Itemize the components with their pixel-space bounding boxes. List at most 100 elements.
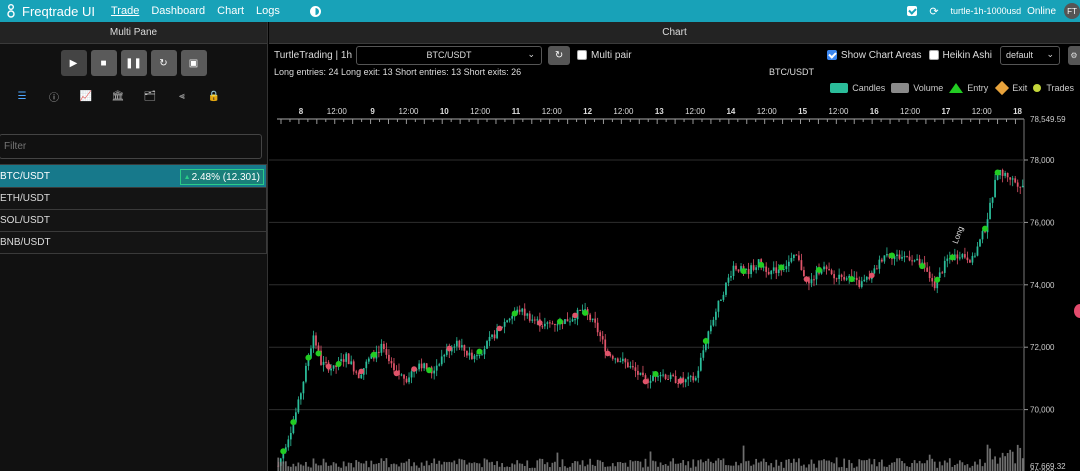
candle-body — [981, 231, 984, 240]
candle-body — [961, 254, 964, 258]
volume-bar — [448, 461, 451, 471]
candle-body — [478, 354, 481, 356]
candle-body — [473, 355, 476, 359]
candle-body — [383, 343, 385, 350]
side-handle-icon[interactable] — [1074, 304, 1080, 318]
legend-volume[interactable]: Volume — [891, 83, 943, 93]
volume-bar — [370, 460, 373, 471]
info-icon[interactable]: ⓘ — [38, 89, 70, 104]
check-icon[interactable] — [907, 6, 918, 16]
legend-entry[interactable]: Entry — [949, 83, 988, 93]
show-chart-areas-checkbox[interactable] — [826, 50, 837, 60]
theme-toggle-icon[interactable] — [309, 5, 321, 17]
candle-body — [687, 376, 690, 380]
start-button[interactable]: ▶ — [60, 50, 87, 76]
candlestick-chart[interactable]: 8 12:00 9 12:00 10 12:00 11 12:00 12 12:00 13 12:00… — [269, 102, 1080, 471]
volume-bar — [629, 460, 632, 471]
pair-item-btc[interactable]: BTC/USDT ▲ 2.48% (12.301) — [0, 164, 267, 188]
heikin-ashi-checkbox[interactable] — [928, 50, 939, 60]
pause-button[interactable]: ❚❚ — [120, 50, 147, 76]
volume-bar — [926, 460, 929, 471]
candle-body — [589, 314, 592, 321]
candle-body — [906, 256, 908, 258]
volume-bar — [300, 464, 302, 471]
candle-body — [858, 280, 861, 287]
nav-link-logs[interactable]: Logs — [256, 5, 280, 17]
x-tick-label: 14 — [726, 107, 735, 116]
candle-body — [709, 325, 712, 332]
legend-trades[interactable]: Trades — [1033, 83, 1074, 93]
legend-candles[interactable]: Candles — [830, 83, 885, 93]
bank-icon[interactable]: 🏛 — [102, 91, 134, 102]
nav-link-dashboard[interactable]: Dashboard — [151, 5, 205, 17]
volume-bar — [1014, 463, 1017, 471]
filter-input[interactable] — [0, 134, 262, 159]
volume-bar — [518, 463, 521, 471]
folder-icon[interactable]: 🗂 — [134, 91, 166, 102]
align-icon[interactable]: ⫷ — [166, 91, 198, 102]
lock-icon[interactable]: 🔒 — [198, 91, 230, 102]
volume-bar — [521, 463, 524, 471]
plot-config-select[interactable]: default ⌄ — [1000, 45, 1060, 65]
entry-marker — [740, 268, 747, 275]
candle-body — [800, 260, 803, 271]
chart-panel-title: Chart — [269, 22, 1080, 44]
candle-body — [626, 362, 629, 368]
volume-bar — [624, 462, 627, 471]
candle-body — [435, 365, 438, 371]
bot-name[interactable]: turtle-1h-1000usd — [951, 6, 1022, 16]
x-tick-label: 9 — [370, 107, 375, 116]
pair-item-sol[interactable]: SOL/USDT — [0, 210, 267, 232]
candle-body — [1004, 172, 1007, 176]
volume-bar — [1004, 456, 1007, 471]
nav-link-chart[interactable]: Chart — [217, 5, 244, 17]
pair-select[interactable]: BTC/USDT ⌄ — [356, 45, 543, 65]
volume-bar — [455, 464, 458, 471]
chart-line-icon[interactable]: 📈 — [70, 91, 102, 102]
force-exit-button[interactable]: ▣ — [180, 50, 207, 76]
volume-bar — [679, 462, 682, 471]
toolbar-right-group: Show Chart Areas Heikin Ashi default ⌄ ⚙ — [820, 44, 1080, 66]
volume-bar — [825, 460, 828, 471]
candle-body — [418, 363, 420, 370]
volume-bar — [886, 466, 888, 471]
strategy-label: TurtleTrading | 1h — [274, 49, 353, 61]
reload-button[interactable]: ↻ — [150, 50, 177, 76]
brand-title[interactable]: Freqtrade UI — [22, 4, 95, 19]
volume-bar — [946, 462, 949, 471]
pair-item-bnb[interactable]: BNB/USDT — [0, 232, 267, 254]
candle-body — [823, 266, 825, 270]
stop-button[interactable]: ■ — [90, 50, 117, 76]
gear-icon[interactable]: ⚙ — [1068, 45, 1080, 65]
volume-bar — [702, 462, 705, 471]
refresh-icon[interactable]: ⟳ — [929, 5, 938, 18]
triangle-up-icon — [949, 83, 964, 93]
y-tick-label: 74,000 — [1030, 281, 1055, 290]
nav-link-trade[interactable]: Trade — [111, 5, 139, 17]
volume-bar — [330, 465, 332, 471]
play-icon: ▶ — [69, 57, 78, 69]
candle-body — [704, 343, 707, 351]
candle-body — [659, 374, 662, 377]
candle-body — [629, 366, 632, 368]
refresh-chart-button[interactable]: ↻ — [548, 45, 571, 65]
legend-exit[interactable]: Exit — [994, 80, 1027, 96]
volume-bar — [659, 462, 662, 471]
candle-body — [488, 336, 491, 342]
candle-body — [518, 309, 521, 312]
candle-body — [549, 322, 551, 324]
freqtrade-logo-icon[interactable] — [4, 3, 18, 19]
volume-bar — [325, 462, 327, 471]
user-avatar[interactable]: FT — [1064, 3, 1080, 19]
volume-bar — [1006, 453, 1009, 471]
list-icon[interactable]: ☰ — [6, 91, 38, 102]
volume-bar — [606, 466, 609, 471]
candle-body — [843, 276, 846, 280]
multi-pane-panel: Multi Pane ▶ ■ ❚❚ ↻ ▣ ☰ ⓘ 📈 🏛 🗂 ⫷ 🔒 BTC/… — [0, 22, 268, 471]
multi-pair-checkbox[interactable] — [577, 50, 588, 60]
pair-item-eth[interactable]: ETH/USDT — [0, 188, 267, 210]
y-min-label: 67,669.32 — [1030, 462, 1066, 471]
x-tick-label: 16 — [870, 107, 879, 116]
volume-bar — [415, 465, 418, 471]
candle-body — [715, 311, 717, 320]
